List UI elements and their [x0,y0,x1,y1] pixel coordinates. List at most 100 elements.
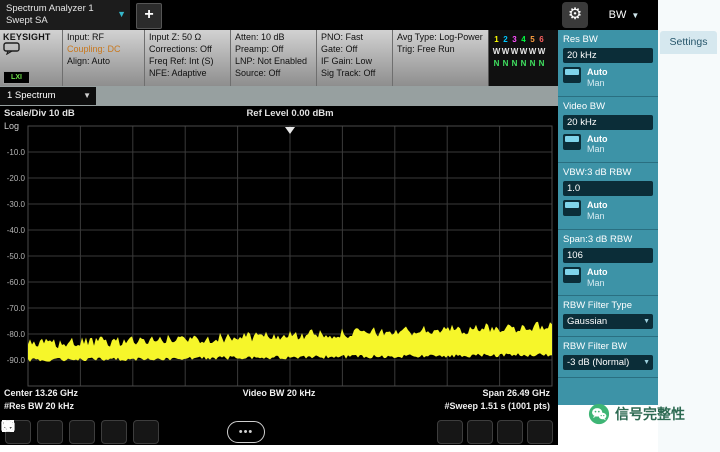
auto-man-toggle[interactable]: AutoMan [563,200,653,222]
section-label: Video BW [563,101,653,112]
sweep-annotation[interactable]: #Sweep 1.51 s (1001 pts) [444,401,550,411]
screen: Spectrum Analyzer 1 Swept SA ▼ + ⚙ BW ▼ … [0,0,720,452]
section-label: Res BW [563,34,653,45]
chevron-down-icon: ▼ [117,9,126,21]
toggle-option-auto: Auto [587,200,608,211]
header-setting: Input Z: 50 Ω [149,32,226,44]
y-tick-label: -40.0 [0,226,25,235]
touch-button[interactable] [467,420,493,444]
fullscreen-button[interactable] [527,420,553,444]
y-tick-label: -10.0 [0,148,25,157]
header-setting: PNO: Fast [321,32,388,44]
toggle-option-auto: Auto [587,134,608,145]
toggle-option-auto: Auto [587,267,608,278]
header-column-5[interactable]: Avg Type: Log-PowerTrig: Free Run [392,30,488,86]
spectrum-dropdown-label: 1 Spectrum [7,90,56,101]
header-setting: Source: Off [235,68,312,80]
section-label: VBW:3 dB RBW [563,167,653,178]
toggle-option-man: Man [587,278,608,289]
trace-write-row: WWWWWW [492,44,555,56]
watermark-text: 信号完整性 [615,404,685,424]
wechat-icon [588,403,610,425]
section-label: Span:3 dB RBW [563,234,653,245]
header-setting: Avg Type: Log-Power [397,32,484,44]
apps-grid-button[interactable] [437,420,463,444]
y-tick-label: -80.0 [0,330,25,339]
section-label: RBW Filter BW [563,341,653,352]
trace-table[interactable]: 123456WWWWWWNNNNNN [488,30,558,86]
trace-normal-row: NNNNNN [492,56,555,68]
toggle-switch-icon [563,67,581,83]
toggle-option-man: Man [587,211,608,222]
ref-level-marker-icon [285,127,295,134]
header-setting: NFE: Adaptive [149,68,226,80]
y-tick-label: -30.0 [0,200,25,209]
header-setting: Align: Auto [67,56,140,68]
chevron-down-icon: ▼ [643,355,650,370]
toolbar-right-group [437,420,553,444]
brand-cell: KEYSIGHT LXI [0,30,62,86]
redo-button[interactable] [69,420,95,444]
video-bw-annotation[interactable]: Video BW 20 kHz [0,388,558,398]
res-bw-annotation[interactable]: #Res BW 20 kHz [4,401,74,411]
section-value-field[interactable]: 20 kHz [563,115,653,130]
help-button[interactable]: ? [133,420,159,444]
y-tick-label: -70.0 [0,304,25,313]
section-value-field[interactable]: 1.0 [563,181,653,196]
header-setting: Preamp: Off [235,44,312,56]
toggle-switch-icon [563,267,581,283]
toggle-switch-icon [563,134,581,150]
spectrum-dropdown[interactable]: 1 Spectrum ▼ [0,87,96,105]
bottom-toolbar: ? ••• [0,418,558,445]
section-value-field[interactable]: -3 dB (Normal)▼ [563,355,653,370]
settings-header: KEYSIGHT LXI Input: RFCoupling: DCAlign:… [0,30,558,86]
undo-button[interactable] [37,420,63,444]
menu-title: BW [609,9,627,21]
watermark: 信号完整性 [588,403,685,425]
bw-section-rbw-filter-type: RBW Filter TypeGaussian▼ [558,296,658,337]
top-bar: Spectrum Analyzer 1 Swept SA ▼ + ⚙ BW ▼ [0,0,658,30]
chevron-down-icon: ▼ [83,87,91,105]
trace-numbers-row: 123456 [492,32,555,44]
chat-bubble-button[interactable]: ••• [227,421,265,443]
menu-header-dropdown[interactable]: BW ▼ [590,0,658,30]
y-tick-label: -90.0 [0,356,25,365]
chevron-down-icon: ▼ [631,11,639,20]
ref-level[interactable]: Ref Level 0.00 dBm [150,108,430,119]
measurement-tab-subtitle: Swept SA [6,15,124,27]
header-setting: Trig: Free Run [397,44,484,56]
lxi-badge: LXI [3,71,30,84]
window-grid-button[interactable] [497,420,523,444]
gear-icon[interactable]: ⚙ [562,2,588,28]
auto-man-toggle[interactable]: AutoMan [563,134,653,156]
header-columns: Input: RFCoupling: DCAlign: AutoInput Z:… [62,30,488,86]
trace-selector-strip: 1 Spectrum ▼ [0,86,558,106]
toggle-option-man: Man [587,144,608,155]
header-setting: Atten: 10 dB [235,32,312,44]
auto-man-toggle[interactable]: AutoMan [563,67,653,89]
measurement-tab-title: Spectrum Analyzer 1 [6,3,124,15]
header-setting: Input: RF [67,32,140,44]
section-value-field[interactable]: 20 kHz [563,48,653,63]
auto-man-toggle[interactable]: AutoMan [563,267,653,289]
header-column-1[interactable]: Input: RFCoupling: DCAlign: Auto [62,30,144,86]
measurement-tab[interactable]: Spectrum Analyzer 1 Swept SA ▼ [0,0,130,30]
bw-section-video-bw: Video BW 20 kHz AutoMan [558,97,658,164]
add-tab-button[interactable]: + [136,3,162,29]
y-tick-label: -50.0 [0,252,25,261]
section-value-field[interactable]: Gaussian▼ [563,314,653,329]
speech-bubble-icon [3,42,21,55]
toggle-switch-icon [563,200,581,216]
section-value-field[interactable]: 106 [563,248,653,263]
scale-per-division[interactable]: Scale/Div 10 dB [4,108,75,119]
header-column-4[interactable]: PNO: FastGate: OffIF Gain: LowSig Track:… [316,30,392,86]
header-column-3[interactable]: Atten: 10 dBPreamp: OffLNP: Not EnabledS… [230,30,316,86]
folder-button[interactable] [101,420,127,444]
chevron-down-icon: ▼ [643,314,650,329]
bw-section-rbw-filter-bw: RBW Filter BW -3 dB (Normal)▼ [558,337,658,378]
span-annotation[interactable]: Span 26.49 GHz [482,388,550,398]
header-column-2[interactable]: Input Z: 50 ΩCorrections: OffFreq Ref: I… [144,30,230,86]
tab-settings[interactable]: Settings [660,31,717,54]
spectrum-display[interactable]: Scale/Div 10 dB Ref Level 0.00 dBm Log -… [0,106,558,445]
header-setting: IF Gain: Low [321,56,388,68]
